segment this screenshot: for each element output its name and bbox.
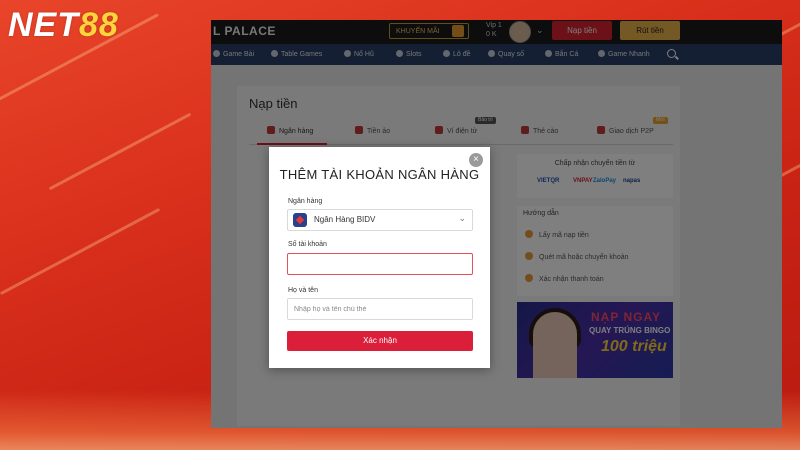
close-icon[interactable]: × bbox=[469, 153, 483, 167]
account-number-field bbox=[287, 253, 473, 275]
net88-logo: NET88 bbox=[8, 6, 119, 45]
full-name-input[interactable] bbox=[288, 299, 472, 319]
confirm-button[interactable]: Xác nhận bbox=[287, 331, 473, 351]
add-bank-account-modal: × THÊM TÀI KHOẢN NGÂN HÀNG Ngân hàng Ngâ… bbox=[269, 147, 490, 368]
account-number-input[interactable] bbox=[288, 254, 472, 274]
account-number-label: Số tài khoản bbox=[288, 241, 327, 248]
bank-label: Ngân hàng bbox=[288, 198, 323, 205]
modal-title: THÊM TÀI KHOẢN NGÂN HÀNG bbox=[279, 167, 480, 182]
bank-select[interactable]: Ngân Hàng BIDV ⌄ bbox=[287, 209, 473, 231]
chevron-down-icon: ⌄ bbox=[458, 213, 466, 223]
logo-text: NET bbox=[8, 6, 79, 44]
bidv-logo-icon bbox=[293, 213, 307, 227]
background-streak bbox=[48, 112, 192, 191]
logo-number: 88 bbox=[79, 6, 119, 44]
full-name-label: Họ và tên bbox=[288, 287, 318, 294]
bank-select-value: Ngân Hàng BIDV bbox=[314, 215, 376, 224]
background-streak bbox=[0, 207, 161, 296]
full-name-field bbox=[287, 298, 473, 320]
